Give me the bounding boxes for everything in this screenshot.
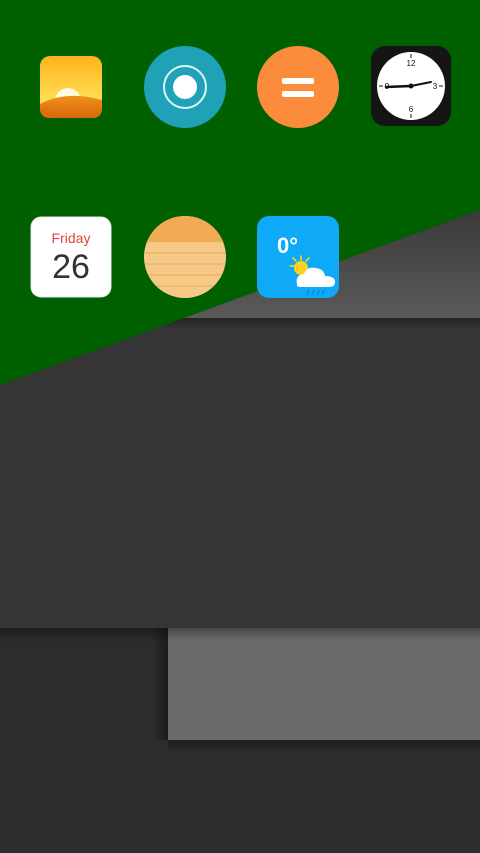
calendar-date-number: 26 [52,248,90,286]
weather-app-icon[interactable]: 0° [257,216,339,298]
calculator-app-icon[interactable] [257,46,339,128]
clock-app-icon[interactable]: 12 3 6 9 [371,46,453,128]
calculator-icon [257,46,339,128]
notes-app-icon[interactable] [144,216,226,298]
calendar-day-label: Friday [51,230,91,246]
notes-icon [144,216,226,298]
sunrise-app-icon[interactable] [30,46,112,128]
svg-text:3: 3 [433,82,438,91]
weather-temperature: 0° [277,233,299,258]
record-app-icon[interactable] [144,46,226,128]
record-icon [144,46,226,128]
svg-text:12: 12 [407,59,416,68]
clock-icon: 12 3 6 9 [371,46,451,126]
svg-text:6: 6 [409,105,414,114]
calendar-app-icon[interactable]: Friday 26 [30,216,112,298]
sunrise-icon [40,56,102,118]
